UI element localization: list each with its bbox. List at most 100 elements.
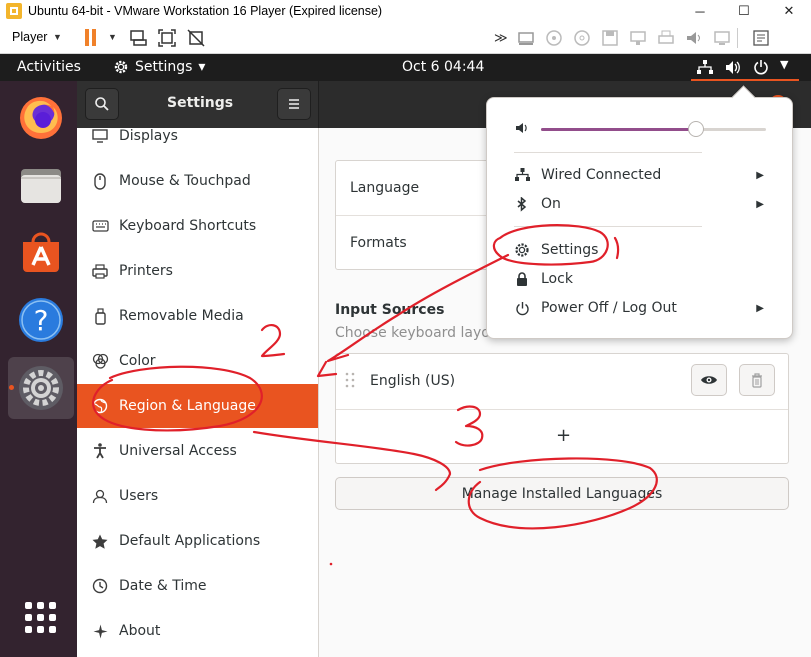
sidebar-item-mouse-touchpad[interactable]: Mouse & Touchpad <box>77 159 318 203</box>
submenu-arrow-icon: ▶ <box>756 169 764 181</box>
sidebar-item-printers[interactable]: Printers <box>77 249 318 293</box>
sidebar-item-removable-media[interactable]: Removable Media <box>77 294 318 338</box>
app-menu[interactable]: Settings ▾ <box>113 59 205 75</box>
input-source-english-us[interactable]: English (US) <box>370 373 455 389</box>
sidebar-item-users[interactable]: Users <box>77 474 318 518</box>
sidebar-item-label: Color <box>119 353 156 369</box>
running-indicator <box>9 385 14 390</box>
sound-icon[interactable] <box>684 28 704 48</box>
input-sources-subtitle: Choose keyboard layou <box>335 325 499 341</box>
drag-handle-icon[interactable] <box>345 372 355 388</box>
power-icon <box>514 301 530 316</box>
toolbar-divider <box>737 28 738 48</box>
sidebar-item-label: Mouse & Touchpad <box>119 173 251 189</box>
floppy-icon[interactable] <box>600 28 620 48</box>
trash-icon <box>752 372 762 388</box>
accessibility-icon <box>89 441 111 461</box>
sidebar-item-label: Default Applications <box>119 533 261 549</box>
bluetooth-icon <box>514 196 530 212</box>
player-menu-chevron-icon[interactable]: ▼ <box>53 32 62 42</box>
hamburger-menu-icon <box>289 99 299 109</box>
language-row[interactable]: Language <box>350 180 419 196</box>
eye-icon <box>701 376 717 384</box>
color-icon <box>89 351 111 371</box>
menu-item-label: Lock <box>541 271 573 287</box>
volume-slider[interactable] <box>541 121 766 137</box>
fit-guest-icon[interactable] <box>157 28 177 48</box>
minimize-button[interactable]: ─ <box>678 0 722 22</box>
cd-icon[interactable] <box>572 28 592 48</box>
dock-item-ubuntu-software[interactable] <box>8 221 74 283</box>
volume-icon <box>726 61 740 74</box>
pause-icon[interactable] <box>84 29 98 46</box>
sidebar-item-label: Printers <box>119 263 173 279</box>
dock-item-settings[interactable] <box>8 357 74 419</box>
firefox-icon <box>20 97 62 139</box>
menu-separator <box>514 152 702 153</box>
pause-dropdown-chevron-icon[interactable]: ▼ <box>108 32 117 42</box>
menu-item-settings[interactable]: Settings <box>487 236 792 264</box>
show-applications-icon <box>25 602 56 633</box>
sidebar-item-about[interactable]: About <box>77 609 318 653</box>
menu-item-label: On <box>541 196 561 212</box>
dock-item-help[interactable]: ? <box>8 289 74 351</box>
remove-input-source-button[interactable] <box>739 364 775 396</box>
sidebar-item-label: Removable Media <box>119 308 244 324</box>
about-icon <box>89 621 111 641</box>
dock-item-files[interactable] <box>8 154 74 216</box>
dock-item-show-applications[interactable] <box>8 587 74 649</box>
search-button[interactable] <box>85 88 119 120</box>
add-input-source-button[interactable]: + <box>556 425 571 446</box>
system-status-area[interactable]: ▼ <box>691 54 811 81</box>
dock: ? <box>0 81 77 657</box>
volume-slider-handle[interactable] <box>688 121 705 137</box>
hamburger-menu-button[interactable] <box>277 88 311 120</box>
close-button[interactable]: ✕ <box>767 0 811 22</box>
message-icon[interactable] <box>751 28 771 48</box>
sidebar-item-label: Users <box>119 488 159 504</box>
printer-icon[interactable] <box>656 28 676 48</box>
files-icon <box>21 169 61 203</box>
sidebar-item-date-time[interactable]: Date & Time <box>77 564 318 608</box>
keyboard-icon <box>89 216 111 236</box>
sidebar-item-color[interactable]: Color <box>77 339 318 383</box>
formats-row[interactable]: Formats <box>350 235 407 251</box>
manage-installed-languages-button[interactable]: Manage Installed Languages <box>335 477 789 510</box>
submenu-arrow-icon: ▶ <box>756 198 764 210</box>
lock-icon <box>514 271 530 287</box>
sidebar-item-label: About <box>119 623 161 639</box>
sidebar-item-default-applications[interactable]: Default Applications <box>77 519 318 563</box>
menu-item-wired-connected[interactable]: Wired Connected ▶ <box>487 161 792 189</box>
page-title: Settings <box>167 95 234 111</box>
svg-text:?: ? <box>34 304 49 337</box>
preview-layout-button[interactable] <box>691 364 727 396</box>
sidebar-item-region-language[interactable]: Region & Language <box>77 384 318 428</box>
globe-icon <box>89 396 111 416</box>
settings-gear-icon <box>114 60 128 74</box>
player-menu[interactable]: Player <box>12 30 47 44</box>
fast-forward-icon[interactable]: ≫ <box>494 30 508 46</box>
media-icon <box>89 306 111 326</box>
sidebar-item-keyboard-shortcuts[interactable]: Keyboard Shortcuts <box>77 204 318 248</box>
ubuntu-top-bar: Activities Settings ▾ Oct 6 04:44 ▼ <box>0 54 811 81</box>
activities-button[interactable]: Activities <box>17 59 81 75</box>
app-menu-label: Settings <box>135 59 193 75</box>
sidebar-item-label: Keyboard Shortcuts <box>119 218 257 234</box>
display-icon[interactable] <box>712 28 732 48</box>
usb-icon[interactable] <box>544 28 564 48</box>
sidebar-item-displays[interactable]: Displays <box>77 128 318 158</box>
removable-devices-icon[interactable] <box>516 28 536 48</box>
settings-icon <box>19 366 63 410</box>
sidebar-item-universal-access[interactable]: Universal Access <box>77 429 318 473</box>
menu-item-lock[interactable]: Lock <box>487 265 792 293</box>
unity-icon[interactable] <box>186 28 206 48</box>
app-menu-chevron-icon: ▾ <box>198 59 206 75</box>
dock-item-firefox[interactable] <box>8 87 74 149</box>
maximize-button[interactable]: ☐ <box>722 0 766 22</box>
network-icon[interactable] <box>628 28 648 48</box>
send-ctrl-alt-del-icon[interactable] <box>128 28 148 48</box>
sidebar-item-label: Displays <box>119 128 178 144</box>
clock[interactable]: Oct 6 04:44 <box>402 59 484 75</box>
menu-item-power-off-log-out[interactable]: Power Off / Log Out ▶ <box>487 294 792 322</box>
menu-item-bluetooth[interactable]: On ▶ <box>487 190 792 218</box>
